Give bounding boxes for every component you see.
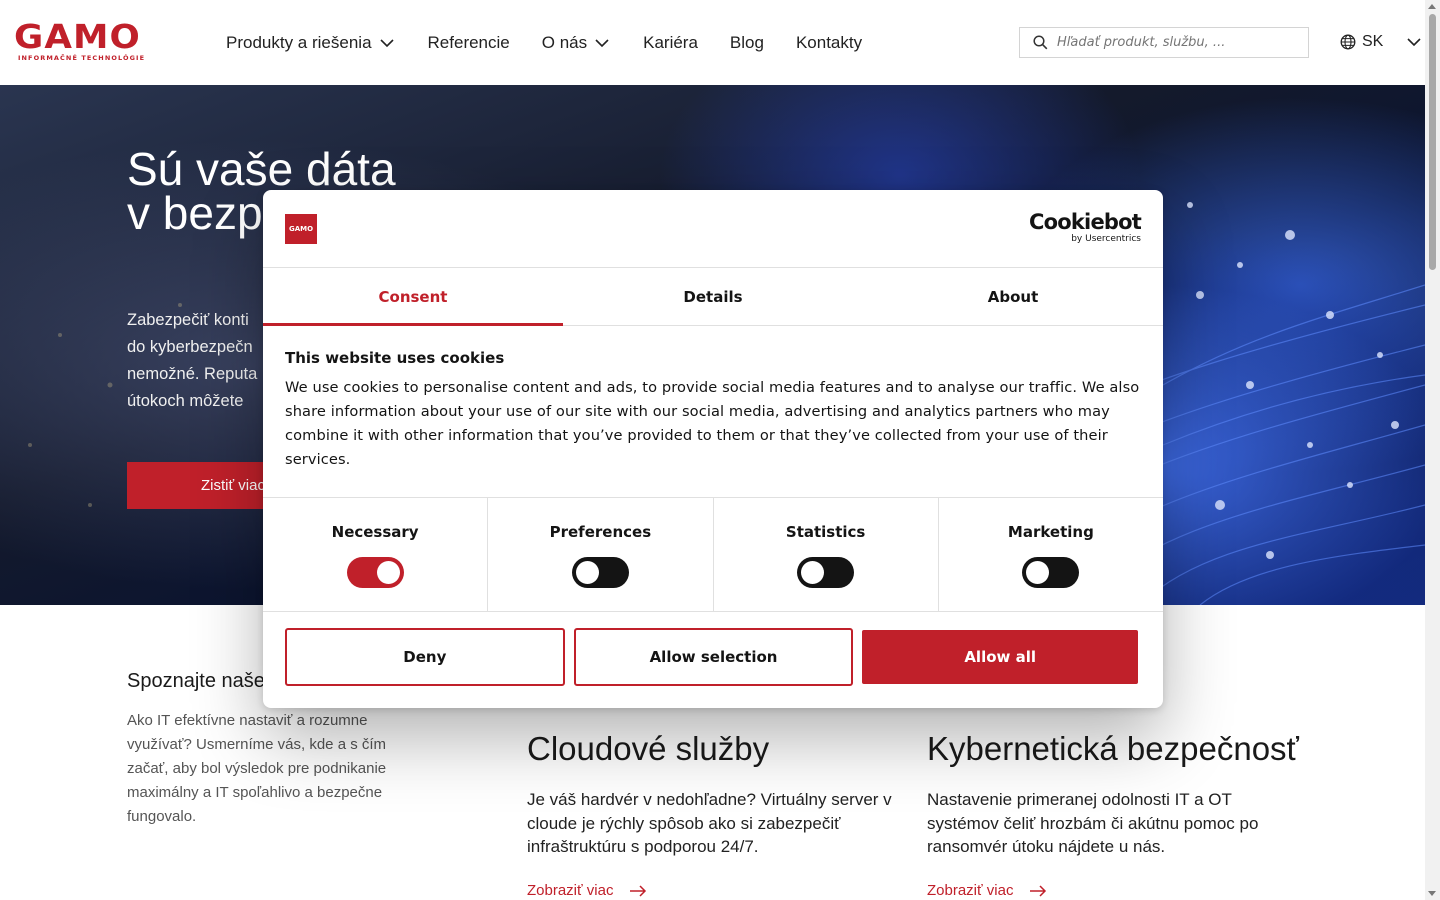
scroll-thumb[interactable] <box>1429 14 1436 270</box>
cookiebot-by: by Usercentrics <box>1071 234 1141 244</box>
service-card-security: Kybernetická bezpečnosť Nastavenie prime… <box>927 730 1299 899</box>
dialog-tabs: Consent Details About <box>263 268 1163 326</box>
nav-item-blog[interactable]: Blog <box>730 30 764 56</box>
nav-label: Referencie <box>427 33 510 52</box>
section-title: Spoznajte naše <box>127 670 265 692</box>
section-description: Ako IT efektívne nastaviť a rozumne využ… <box>127 712 387 825</box>
dialog-buttons: Deny Allow selection Allow all <box>263 612 1163 686</box>
chevron-down-icon <box>595 39 609 48</box>
tab-details[interactable]: Details <box>563 268 863 325</box>
allow-all-button[interactable]: Allow all <box>862 630 1139 684</box>
scroll-up-arrow-icon[interactable] <box>1428 4 1436 9</box>
nav-label: Blog <box>729 33 764 52</box>
category-statistics: Statistics <box>714 498 939 611</box>
cookiebot-brand: Cookiebot <box>1029 210 1142 234</box>
card-link-label: Zobraziť viac <box>527 882 614 899</box>
service-card-cloud: Cloudové služby Je váš hardvér v nedohľa… <box>527 730 897 899</box>
nav-item-kariera[interactable]: Kariéra <box>643 30 698 56</box>
toggle-label: Necessary <box>331 523 419 541</box>
scroll-down-arrow-icon[interactable] <box>1428 891 1436 896</box>
logo-text: GAMO <box>14 17 141 56</box>
language-selector[interactable]: SK <box>1340 33 1423 51</box>
gamo-logo[interactable]: GAMO INFORMAČNÉ TECHNOLÓGIE <box>14 20 156 64</box>
cookie-category-toggles: Necessary Preferences Statistics Marketi… <box>263 498 1163 612</box>
gamo-logo-small: GAMO <box>285 214 317 244</box>
toggle-knob <box>801 561 825 584</box>
nav-item-o-nas[interactable]: O nás <box>542 30 611 56</box>
category-necessary: Necessary <box>263 498 489 611</box>
necessary-toggle[interactable] <box>346 557 404 588</box>
deny-button[interactable]: Deny <box>285 628 565 686</box>
nav-item-produkty[interactable]: Produkty a riešenia <box>226 30 396 56</box>
nav-item-referencie[interactable]: Referencie <box>428 30 510 56</box>
language-code: SK <box>1362 33 1384 50</box>
toggle-label: Marketing <box>1007 523 1094 541</box>
card-text: Nastavenie primeranej odolnosti IT a OT … <box>927 790 1259 856</box>
tab-consent[interactable]: Consent <box>263 268 563 326</box>
statistics-toggle[interactable] <box>797 557 855 588</box>
search-icon <box>1033 35 1048 50</box>
nav-label: Kariéra <box>643 33 698 52</box>
arrow-right-icon <box>630 884 647 897</box>
chevron-down-icon <box>1407 38 1421 47</box>
chevron-down-icon <box>379 39 394 48</box>
main-nav: Produkty a riešenia Referencie O nás Kar… <box>226 30 894 56</box>
card-title: Kybernetická bezpečnosť <box>927 730 1299 767</box>
dialog-heading: This website uses cookies <box>285 349 505 367</box>
cookie-consent-dialog: GAMO Cookiebot by Usercentrics Consent D… <box>263 190 1163 708</box>
hero-title-line: Sú vaše dáta <box>127 143 396 195</box>
card-title: Cloudové služby <box>527 730 770 767</box>
search-box[interactable] <box>1019 27 1309 58</box>
page-scrollbar[interactable] <box>1425 0 1440 900</box>
allow-selection-button[interactable]: Allow selection <box>573 628 854 686</box>
tab-about[interactable]: About <box>863 268 1163 325</box>
search-input[interactable] <box>1057 35 1297 50</box>
card-link[interactable]: Zobraziť viac <box>927 882 1297 899</box>
toggle-knob <box>1026 561 1050 584</box>
category-marketing: Marketing <box>939 498 1163 611</box>
nav-item-kontakty[interactable]: Kontakty <box>796 30 862 56</box>
site-header: GAMO INFORMAČNÉ TECHNOLÓGIE Produkty a r… <box>0 0 1425 85</box>
card-link[interactable]: Zobraziť viac <box>527 882 897 899</box>
dialog-body: This website uses cookies We use cookies… <box>263 326 1163 498</box>
category-preferences: Preferences <box>488 498 714 611</box>
preferences-toggle[interactable] <box>571 557 629 588</box>
dialog-header: GAMO Cookiebot by Usercentrics <box>263 190 1163 268</box>
dialog-description: We use cookies to personalise content an… <box>285 379 1140 468</box>
toggle-label: Preferences <box>549 523 652 541</box>
card-link-label: Zobraziť viac <box>927 882 1014 899</box>
arrow-right-icon <box>1030 884 1047 897</box>
toggle-knob <box>376 561 400 584</box>
nav-label: Kontakty <box>795 33 863 52</box>
marketing-toggle[interactable] <box>1022 557 1080 588</box>
card-text: Je váš hardvér v nedohľadne? Virtuálny s… <box>527 790 892 856</box>
globe-icon <box>1340 34 1356 50</box>
cookiebot-logo[interactable]: Cookiebot by Usercentrics <box>1029 210 1142 244</box>
toggle-label: Statistics <box>785 523 866 541</box>
nav-label: Produkty a riešenia <box>226 33 372 52</box>
nav-label: O nás <box>541 33 588 52</box>
toggle-knob <box>575 561 599 584</box>
